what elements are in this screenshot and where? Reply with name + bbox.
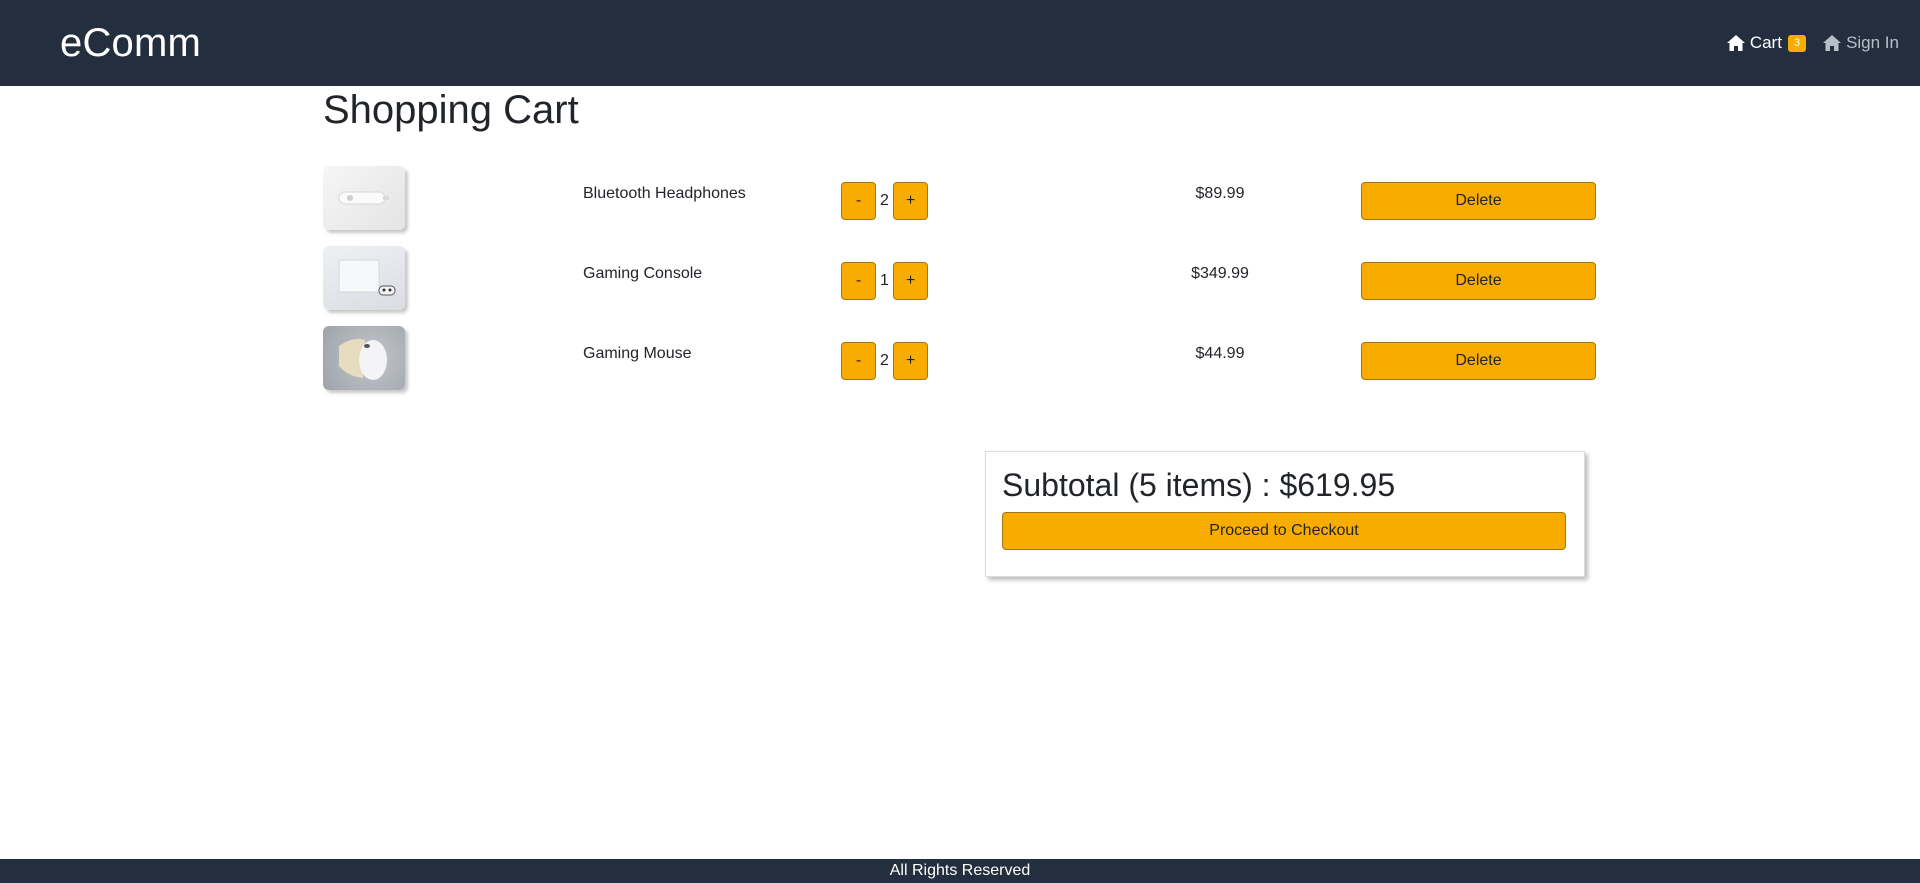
cart-count-badge: 3 <box>1787 34 1807 52</box>
console-product-image-graphic <box>338 259 396 296</box>
quantity-value: 1 <box>880 272 889 289</box>
quantity-stepper: - 2 + <box>841 342 928 380</box>
headphones-product-image[interactable] <box>323 166 405 230</box>
decrease-quantity-button[interactable]: - <box>841 262 876 300</box>
nav-links: Cart 3 Sign In <box>1726 33 1899 53</box>
brand-logo[interactable]: eComm <box>60 21 201 66</box>
product-price: $349.99 <box>1191 265 1249 282</box>
subtotal-text: Subtotal (5 items) : $619.95 <box>1002 467 1396 503</box>
quantity-value: 2 <box>880 192 889 209</box>
mouse-product-image[interactable] <box>323 326 405 390</box>
home-icon <box>1726 35 1745 51</box>
increase-quantity-button[interactable]: + <box>893 182 928 220</box>
proceed-to-checkout-button[interactable]: Proceed to Checkout <box>1002 512 1566 551</box>
navbar: eComm Cart 3 Sign In <box>0 0 1920 86</box>
product-price: $44.99 <box>1195 345 1245 362</box>
delete-button[interactable]: Delete <box>1361 182 1596 220</box>
home-icon <box>1823 35 1842 51</box>
cart-row: Bluetooth Headphones - 2 + $89.99 Delete <box>0 166 1920 236</box>
signin-label: Sign In <box>1846 33 1899 52</box>
footer: All Rights Reserved <box>0 859 1920 883</box>
delete-button[interactable]: Delete <box>1361 342 1596 380</box>
cart-link[interactable]: Cart 3 <box>1726 33 1807 53</box>
product-price: $89.99 <box>1195 185 1245 202</box>
quantity-stepper: - 2 + <box>841 182 928 220</box>
order-summary-card: Subtotal (5 items) : $619.95 Proceed to … <box>985 451 1585 577</box>
decrease-quantity-button[interactable]: - <box>841 182 876 220</box>
quantity-value: 2 <box>880 352 889 369</box>
headphones-product-image-graphic <box>338 191 389 205</box>
page-title: Shopping Cart <box>323 88 579 132</box>
product-name[interactable]: Gaming Console <box>583 265 702 283</box>
mouse-product-image-graphic <box>339 338 387 380</box>
signin-link[interactable]: Sign In <box>1822 33 1899 53</box>
increase-quantity-button[interactable]: + <box>893 262 928 300</box>
footer-text: All Rights Reserved <box>889 862 1031 879</box>
cart-label: Cart <box>1749 33 1782 52</box>
quantity-stepper: - 1 + <box>841 262 928 300</box>
decrease-quantity-button[interactable]: - <box>841 342 876 380</box>
cart-row: Gaming Console - 1 + $349.99 Delete <box>0 246 1920 316</box>
increase-quantity-button[interactable]: + <box>893 342 928 380</box>
product-name[interactable]: Bluetooth Headphones <box>583 185 746 203</box>
delete-button[interactable]: Delete <box>1361 262 1596 300</box>
product-name[interactable]: Gaming Mouse <box>583 345 692 363</box>
console-product-image[interactable] <box>323 246 405 310</box>
cart-row: Gaming Mouse - 2 + $44.99 Delete <box>0 326 1920 396</box>
